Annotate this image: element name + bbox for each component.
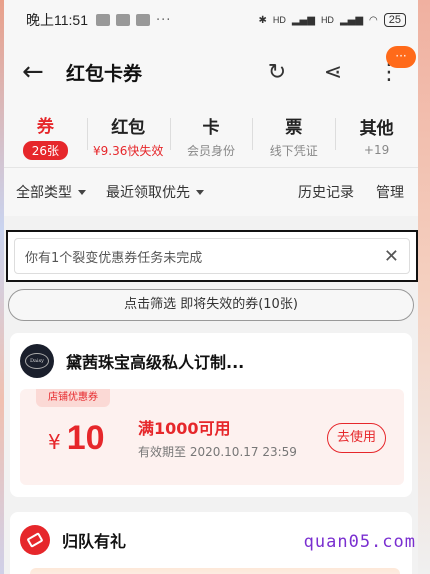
coupon-expiry: 有效期至 2020.10.17 23:59 [138,445,297,459]
type-filter-label: 全部类型 [16,185,72,201]
chevron-down-icon [196,189,204,195]
history-link[interactable]: 历史记录 [298,182,354,202]
shop-name: 黛茜珠宝高级私人订制... [66,353,245,372]
bluetooth-icon: ✱ [258,14,267,26]
tab-label: 票 [285,117,303,138]
tab-label: 红包 [111,117,146,138]
signal-bars-1-icon: ▂▄▆ [291,14,315,26]
tab-subtitle: 线下凭证 [269,143,318,158]
manage-link[interactable]: 管理 [376,182,404,202]
back-button[interactable]: ← [22,57,56,87]
coupon-condition: 满1000可用 [138,419,231,438]
ticket-icon [20,525,50,555]
use-coupon-button[interactable]: 去使用 [326,423,386,453]
type-filter-dropdown[interactable]: 全部类型 [16,182,86,202]
sort-dropdown[interactable]: 最近领取优先 [106,182,204,202]
tab-red-packets[interactable]: 红包 ¥9.36快失效 [86,104,170,167]
header-actions: ↻ ⋖ ⋮ [264,59,402,85]
coupon-type-tag: 店铺优惠券 [36,389,110,407]
task-notice-banner[interactable]: 你有1个裂变优惠券任务未完成 ✕ [6,230,418,282]
message-icon [96,14,110,26]
share-icon[interactable]: ⋖ [320,59,346,85]
refresh-icon[interactable]: ↻ [264,59,290,85]
status-bar: 晚上11:51 ··· ✱ HD ▂▄▆ HD ▂▄▆ ◠ 25 [4,0,418,40]
video-icon [116,14,130,26]
tab-label: 券 [36,116,54,137]
coupon-value: 10 [66,419,105,457]
task-notice-inner: 你有1个裂变优惠券任务未完成 ✕ [14,238,410,274]
task-notice-text: 你有1个裂变优惠券任务未完成 [25,250,203,266]
tab-others[interactable]: 其他 +19 [335,104,418,167]
more-notifications-icon: ··· [156,12,172,28]
notification-icon [136,14,150,26]
shop-logo-mark: Daisy [25,353,49,369]
watermark: quan05.com [303,532,416,552]
coupon-card-header[interactable]: Daisy 黛茜珠宝高级私人订制... [10,333,412,389]
background-edge-right [418,0,430,574]
coupon-amount: ¥ 10 [48,419,105,458]
close-icon[interactable]: ✕ [384,246,399,267]
coupon-card: Daisy 黛茜珠宝高级私人订制... 店铺优惠券 ¥ 10 满1000可用 有… [10,333,412,497]
return-gift-coupon-preview [30,568,400,574]
tab-subtitle: ¥9.36快失效 [93,143,164,158]
signal-2-icon: HD [320,15,334,25]
tab-count-badge: 26张 [22,140,69,160]
tab-tickets[interactable]: 票 线下凭证 [252,104,335,167]
tab-cards[interactable]: 卡 会员身份 [169,104,253,167]
battery-icon: 25 [383,13,406,27]
expiring-filter-button[interactable]: 点击筛选 即将失效的券(10张) [8,289,414,321]
return-gift-title: 归队有礼 [62,532,127,551]
sort-label: 最近领取优先 [106,185,190,201]
tab-coupons[interactable]: 券 26张 [4,104,87,167]
coupon-ticket: 店铺优惠券 ¥ 10 满1000可用 有效期至 2020.10.17 23:59… [20,389,404,485]
signal-1-icon: HD [272,15,286,25]
chevron-down-icon [78,189,86,195]
tab-subtitle: +19 [363,143,390,157]
signal-bars-2-icon: ▂▄▆ [339,14,364,26]
page-title: 红包卡券 [66,62,143,85]
tab-label: 卡 [202,117,220,138]
filter-bar: 全部类型 最近领取优先 历史记录 管理 [4,168,418,216]
message-badge[interactable]: ··· [386,46,416,68]
status-time: 晚上11:51 [26,12,88,28]
top-bar: ← 红包卡券 ↻ ⋖ ⋮ ··· [4,40,418,104]
status-right: ✱ HD ▂▄▆ HD ▂▄▆ ◠ 25 [258,13,406,27]
tab-label: 其他 [359,119,394,139]
filter-actions: 历史记录 管理 [298,182,404,202]
shop-logo: Daisy [20,344,54,378]
currency-symbol: ¥ [48,430,61,454]
wifi-icon: ◠ [369,14,378,26]
tab-subtitle: 会员身份 [186,143,235,158]
category-tabs: 券 26张 红包 ¥9.36快失效 卡 会员身份 票 线下凭证 其他 +19 [4,104,418,168]
